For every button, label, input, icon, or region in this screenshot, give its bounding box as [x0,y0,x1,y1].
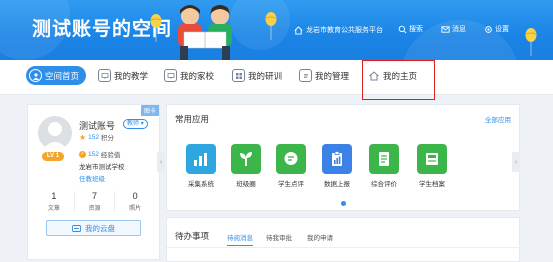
nav-item-label: 我的管理 [315,70,350,81]
carousel-next-arrow[interactable]: › [512,152,520,172]
medal-icon: ✓ [79,150,86,158]
messages-button[interactable]: 消息 [441,24,466,34]
app-label: 数据上报 [324,181,350,188]
messages-label: 消息 [452,26,466,33]
tab-pending-approvals[interactable]: 待我审批 [266,232,292,242]
monitor-icon [98,69,111,82]
stat-label: 文章 [47,206,60,212]
nav-item-label: 我的家校 [180,70,215,81]
carousel-prev-arrow[interactable]: ‹ [157,152,165,172]
nav-item-label: 我的教学 [114,70,149,81]
points-label: 积分 [101,135,115,142]
platform-link-label: 龙岩市教育公共服务平台 [306,27,383,34]
exp-value: 152 [88,150,99,158]
platform-link[interactable]: 龙岩市教育公共服务平台 [294,25,383,35]
clipboard-chart-icon [322,144,352,174]
exp-label: 经验值 [100,152,121,159]
tab-my-applications[interactable]: 我的申请 [307,232,333,242]
divider [167,247,521,248]
school-name: 龙岩市测试学校 [79,164,125,171]
balloon-icon [525,28,537,56]
grid-icon [232,69,245,82]
todo-panel: 待办事项 待阅消息 待我审批 我的申请 [166,217,521,262]
apps-title: 常用应用 [175,114,210,124]
stat-articles[interactable]: 1 文章 [34,191,75,212]
nav-item-my-training[interactable]: 我的研训 [232,66,282,85]
gear-icon [485,25,492,33]
user-silhouette-icon [42,122,68,150]
stat-resources[interactable]: 7 资源 [75,191,116,212]
balloon-icon [265,12,277,40]
todo-title: 待办事项 [175,231,210,241]
stat-label: 资源 [88,206,101,212]
teaching-class-link[interactable]: 任教班级 [79,173,105,183]
card-tag[interactable]: 图卡 [140,105,159,116]
app-student-review[interactable]: 学生点评 [271,144,311,188]
app-class-circle[interactable]: 班级圈 [226,144,266,188]
children-reading-illustration [178,5,232,60]
main-nav: 空间首页 我的教学 我的家校 我的研训 我的管理 我的主页 [0,60,553,95]
search-button[interactable]: 搜索 [398,24,423,34]
points-value: 152 [88,133,100,141]
home-icon [294,25,303,35]
nav-item-my-home-school[interactable]: 我的家校 [164,66,214,85]
points-row: ★ 152 积分 [79,132,115,143]
stat-value: 1 [51,191,57,201]
role-label: 教师 [127,121,140,127]
stats-row: 1 文章 7 资源 0 照片 [34,191,155,212]
app-data-report[interactable]: 数据上报 [317,144,357,188]
app-label: 班级圈 [236,181,256,188]
monitor-icon [164,69,177,82]
chevron-down-icon: ▾ [140,121,144,127]
cloud-drive-icon [72,224,81,232]
all-apps-link[interactable]: 全部应用 [485,114,511,124]
archive-book-icon [417,144,447,174]
balloon-icon [150,14,162,42]
home-circle-icon [29,69,42,82]
highlight-annotation-box [362,60,435,100]
profile-card: 图卡 LV 1 测试账号 教师 ▾ ★ 152 积分 ✓ 152 经验值 龙岩市… [27,104,160,260]
avatar[interactable] [38,116,72,150]
app-student-records[interactable]: 学生档案 [412,144,452,188]
app-label: 学生点评 [278,181,304,188]
settings-button[interactable]: 设置 [484,24,509,34]
role-dropdown[interactable]: 教师 ▾ [123,119,148,129]
level-badge: LV 1 [42,152,64,161]
nav-item-my-management[interactable]: 我的管理 [299,66,349,85]
my-cloud-drive-button[interactable]: 我的云盘 [46,220,141,236]
stat-value: 0 [132,191,138,201]
sprout-icon [231,144,261,174]
stat-photos[interactable]: 0 照片 [115,191,155,212]
report-icon [369,144,399,174]
header-banner: 测试账号的空间 龙岩市教育公共服务平台 搜索 消息 设置 [0,0,553,60]
app-label: 学生档案 [419,181,445,188]
bar-chart-icon [186,144,216,174]
nav-item-label: 我的研训 [248,70,283,81]
user-name: 测试账号 [79,121,116,131]
nav-item-label: 空间首页 [45,70,80,81]
comment-icon [276,144,306,174]
document-icon [299,69,312,82]
nav-item-space-home[interactable]: 空间首页 [26,66,87,85]
exp-row: ✓ 152 经验值 [79,149,120,159]
cloud-button-label: 我的云盘 [85,223,115,233]
carousel-dot[interactable] [341,201,346,206]
stat-label: 照片 [129,206,142,212]
common-apps-panel: 常用应用 全部应用 采集系统 班级圈 学生点评 数据上报 综合评价 学生档案 [166,104,520,211]
search-label: 搜索 [409,26,423,33]
app-comprehensive-evaluation[interactable]: 综合评价 [364,144,404,188]
app-collection-system[interactable]: 采集系统 [181,144,221,188]
mail-icon [441,25,450,33]
app-label: 综合评价 [371,181,397,188]
stat-value: 7 [92,191,98,201]
app-label: 采集系统 [188,181,214,188]
settings-label: 设置 [495,26,509,33]
star-icon: ★ [79,132,87,142]
search-icon [398,25,407,33]
nav-item-my-teaching[interactable]: 我的教学 [98,66,148,85]
tab-pending-messages[interactable]: 待阅消息 [227,232,253,246]
